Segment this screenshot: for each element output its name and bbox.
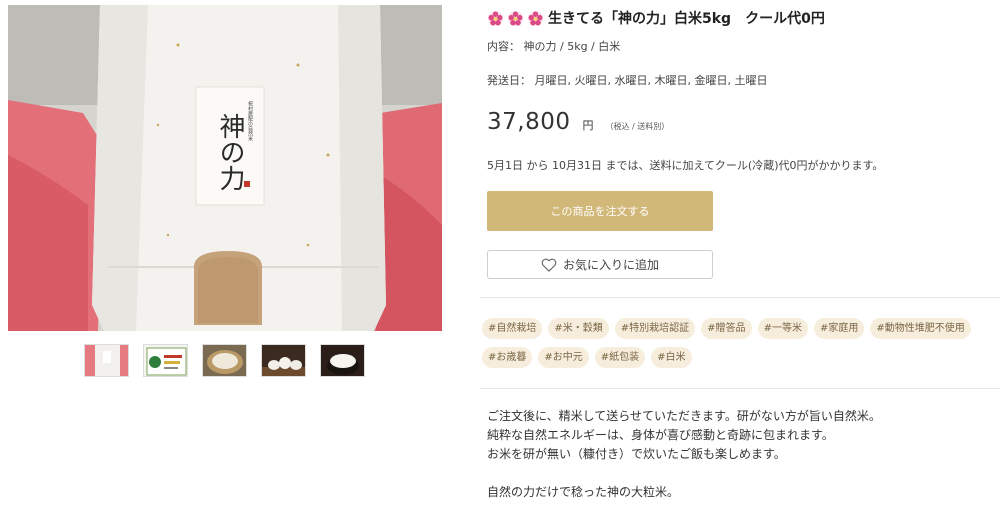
tag-item[interactable]: #贈答品 — [701, 318, 752, 339]
description-line: お米を研が無い（糠付き）で炊いたご飯も楽しめます。 — [487, 447, 786, 461]
flower-icon — [527, 10, 544, 26]
tag-list: #自然栽培 #米・穀類 #特別栽培認証 #贈答品 #一等米 #家庭用 #動物性堆… — [482, 318, 1000, 368]
product-title-text: 生きてる「神の力」白米5kg クール代0円 — [548, 11, 825, 27]
thumbnail-5[interactable] — [320, 344, 365, 377]
tag-item[interactable]: #白米 — [651, 347, 692, 368]
divider — [480, 297, 1000, 298]
thumbnail-1[interactable] — [84, 344, 129, 377]
price-currency: 円 — [582, 119, 594, 132]
shipping-days-value: 月曜日, 火曜日, 水曜日, 木曜日, 金曜日, 土曜日 — [534, 74, 768, 87]
price-block: 37,800 円 （税込 / 送料別） — [487, 109, 669, 135]
add-favorite-button[interactable]: お気に入りに追加 — [487, 250, 713, 279]
flower-icon — [487, 10, 504, 26]
thumbnail-strip — [84, 344, 365, 377]
cool-shipping-notice: 5月1日 から 10月31日 までは、送料に加えてクール(冷蔵)代0円がかかりま… — [487, 159, 884, 172]
product-description: ご注文後に、精米して送らせていただきます。研がない方が旨い自然米。 純粋な自然エ… — [487, 407, 881, 502]
description-line: 純粋な自然エネルギーは、身体が喜び感動と奇跡に包まれます。 — [487, 428, 834, 442]
tag-item[interactable]: #家庭用 — [813, 318, 865, 339]
add-favorite-label: お気に入りに追加 — [562, 258, 659, 272]
description-line: ご注文後に、精米して送らせていただきます。研がない方が旨い自然米。 — [487, 409, 881, 423]
order-button[interactable]: この商品を注文する — [487, 191, 713, 231]
tag-item[interactable]: #特別栽培認証 — [614, 318, 696, 339]
tag-item[interactable]: #米・穀類 — [548, 318, 609, 339]
thumbnail-2[interactable] — [143, 344, 188, 377]
product-contents: 内容： 神の力 / 5kg / 白米 — [487, 38, 620, 54]
flower-icon — [507, 10, 524, 26]
contents-value: 神の力 / 5kg / 白米 — [523, 40, 621, 53]
tag-item[interactable]: #一等米 — [757, 318, 808, 339]
contents-label: 内容： — [487, 40, 520, 53]
description-line: 自然の力だけで稔った神の大粒米。 — [487, 485, 680, 499]
package-small-text: 祝村農配の自然米 — [247, 100, 253, 142]
price-amount: 37,800 — [487, 109, 571, 135]
package-brand-text: 神の力 — [215, 113, 245, 191]
tag-item[interactable]: #お歳暮 — [482, 347, 533, 368]
thumbnail-3[interactable] — [202, 344, 247, 377]
tag-item[interactable]: #お中元 — [538, 347, 589, 368]
tag-item[interactable]: #動物性堆肥不使用 — [870, 318, 971, 339]
tag-item[interactable]: #紙包装 — [594, 347, 646, 368]
product-title: 生きてる「神の力」白米5kg クール代0円 — [487, 8, 825, 28]
product-main-image[interactable]: 祝村農配の自然米 神の力 — [8, 5, 442, 331]
tag-item[interactable]: #自然栽培 — [482, 318, 543, 339]
thumbnail-4[interactable] — [261, 344, 306, 377]
divider — [480, 388, 1000, 389]
heart-icon — [541, 258, 557, 272]
price-tax-note: （税込 / 送料別） — [605, 122, 670, 131]
description-line — [487, 464, 881, 483]
shipping-days-label: 発送日： — [487, 74, 531, 87]
shipping-days: 発送日： 月曜日, 火曜日, 水曜日, 木曜日, 金曜日, 土曜日 — [487, 72, 767, 88]
